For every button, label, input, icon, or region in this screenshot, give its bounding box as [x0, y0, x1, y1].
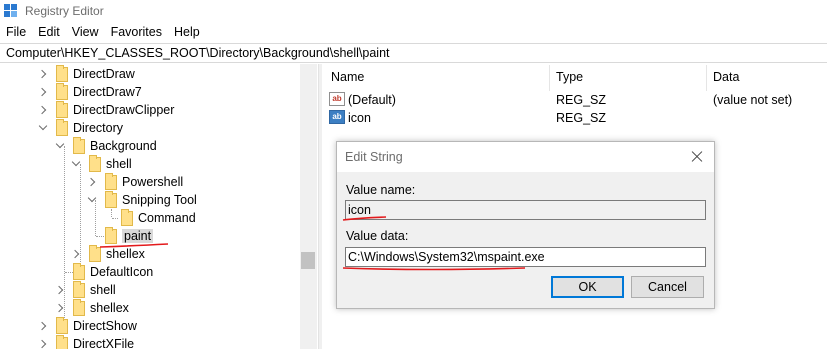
menu-edit[interactable]: Edit	[38, 22, 60, 42]
address-path[interactable]: Computer\HKEY_CLASSES_ROOT\Directory\Bac…	[6, 46, 390, 60]
folder-icon	[105, 226, 117, 244]
cancel-button[interactable]: Cancel	[631, 276, 704, 298]
tree-item-shell-directory[interactable]: shell	[55, 280, 116, 299]
address-bar[interactable]: Computer\HKEY_CLASSES_ROOT\Directory\Bac…	[0, 43, 827, 63]
tree-item-snipping-tool[interactable]: Snipping Tool	[87, 190, 197, 209]
chevron-down-icon[interactable]	[55, 141, 65, 151]
folder-icon	[73, 262, 85, 280]
folder-icon	[105, 190, 117, 208]
column-header-data[interactable]: Data	[713, 70, 739, 84]
folder-icon	[56, 82, 68, 100]
value-data-label: Value data:	[346, 229, 409, 243]
dialog-title: Edit String	[345, 150, 403, 164]
folder-icon	[56, 316, 68, 334]
string-value-icon: ab	[329, 92, 345, 106]
folder-icon	[56, 118, 68, 136]
chevron-right-icon[interactable]	[55, 285, 65, 295]
chevron-right-icon[interactable]	[38, 339, 48, 349]
column-header-type[interactable]: Type	[556, 70, 583, 84]
folder-icon	[73, 136, 85, 154]
menu-favorites[interactable]: Favorites	[111, 22, 162, 42]
tree-scrollbar[interactable]	[300, 64, 317, 349]
chevron-right-icon[interactable]	[38, 87, 48, 97]
tree-item-shellex-directory[interactable]: shellex	[55, 298, 129, 317]
value-name-field[interactable]: icon	[345, 200, 706, 220]
folder-icon	[89, 154, 101, 172]
value-row-icon[interactable]: ab icon REG_SZ	[322, 109, 827, 127]
folder-icon	[121, 208, 133, 226]
tree-item-directdraw7[interactable]: DirectDraw7	[38, 82, 142, 101]
value-row-default[interactable]: ab (Default) REG_SZ (value not set)	[322, 91, 827, 109]
tree-item-shellex[interactable]: shellex	[71, 244, 145, 263]
menu-bar: File Edit View Favorites Help	[0, 22, 827, 42]
title-bar: Registry Editor	[0, 0, 827, 22]
folder-icon	[56, 334, 68, 349]
folder-icon	[89, 244, 101, 262]
chevron-right-icon[interactable]	[38, 69, 48, 79]
registry-editor-icon	[4, 4, 18, 18]
value-type: REG_SZ	[556, 111, 607, 125]
tree-item-directory[interactable]: Directory	[38, 118, 123, 137]
tree-item-shell[interactable]: shell	[71, 154, 132, 173]
ok-button[interactable]: OK	[551, 276, 624, 298]
tree-item-directshow[interactable]: DirectShow	[38, 316, 137, 335]
folder-icon	[56, 100, 68, 118]
folder-icon	[105, 172, 117, 190]
chevron-right-icon[interactable]	[71, 249, 81, 259]
chevron-right-icon[interactable]	[87, 177, 97, 187]
key-tree: DirectDraw DirectDraw7 DirectDrawClipper…	[0, 64, 318, 349]
tree-item-defaulticon[interactable]: DefaultIcon	[55, 262, 153, 281]
chevron-right-icon[interactable]	[38, 321, 48, 331]
chevron-down-icon[interactable]	[38, 123, 48, 133]
value-name: (Default)	[348, 93, 396, 107]
tree-item-command[interactable]: Command	[103, 208, 196, 227]
column-header-name[interactable]: Name	[331, 70, 364, 84]
tree-item-paint[interactable]: paint	[87, 226, 154, 245]
tree-item-directxfile[interactable]: DirectXFile	[38, 334, 134, 349]
menu-file[interactable]: File	[6, 22, 26, 42]
tree-scrollbar-thumb[interactable]	[301, 252, 315, 269]
value-type: REG_SZ	[556, 93, 607, 107]
chevron-down-icon[interactable]	[71, 159, 81, 169]
tree-item-powershell[interactable]: Powershell	[87, 172, 183, 191]
folder-icon	[56, 64, 68, 82]
tree-item-background[interactable]: Background	[55, 136, 157, 155]
value-name: icon	[348, 111, 371, 125]
value-data-field[interactable]: C:\Windows\System32\mspaint.exe	[345, 247, 706, 267]
column-divider[interactable]	[549, 65, 550, 91]
chevron-right-icon[interactable]	[55, 303, 65, 313]
edit-string-dialog: Edit String Value name: icon Value data:…	[336, 141, 715, 309]
tree-item-directdraw[interactable]: DirectDraw	[38, 64, 135, 83]
dialog-title-bar[interactable]: Edit String	[337, 142, 714, 172]
value-name-label: Value name:	[346, 183, 416, 197]
value-data: (value not set)	[713, 93, 793, 107]
tree-item-directdrawclipper[interactable]: DirectDrawClipper	[38, 100, 174, 119]
menu-help[interactable]: Help	[174, 22, 200, 42]
string-value-icon: ab	[329, 110, 345, 124]
folder-icon	[73, 280, 85, 298]
window-title: Registry Editor	[25, 4, 104, 18]
column-divider[interactable]	[706, 65, 707, 91]
folder-icon	[73, 298, 85, 316]
menu-view[interactable]: View	[72, 22, 99, 42]
chevron-right-icon[interactable]	[38, 105, 48, 115]
chevron-down-icon[interactable]	[87, 195, 97, 205]
close-icon[interactable]	[680, 143, 714, 171]
